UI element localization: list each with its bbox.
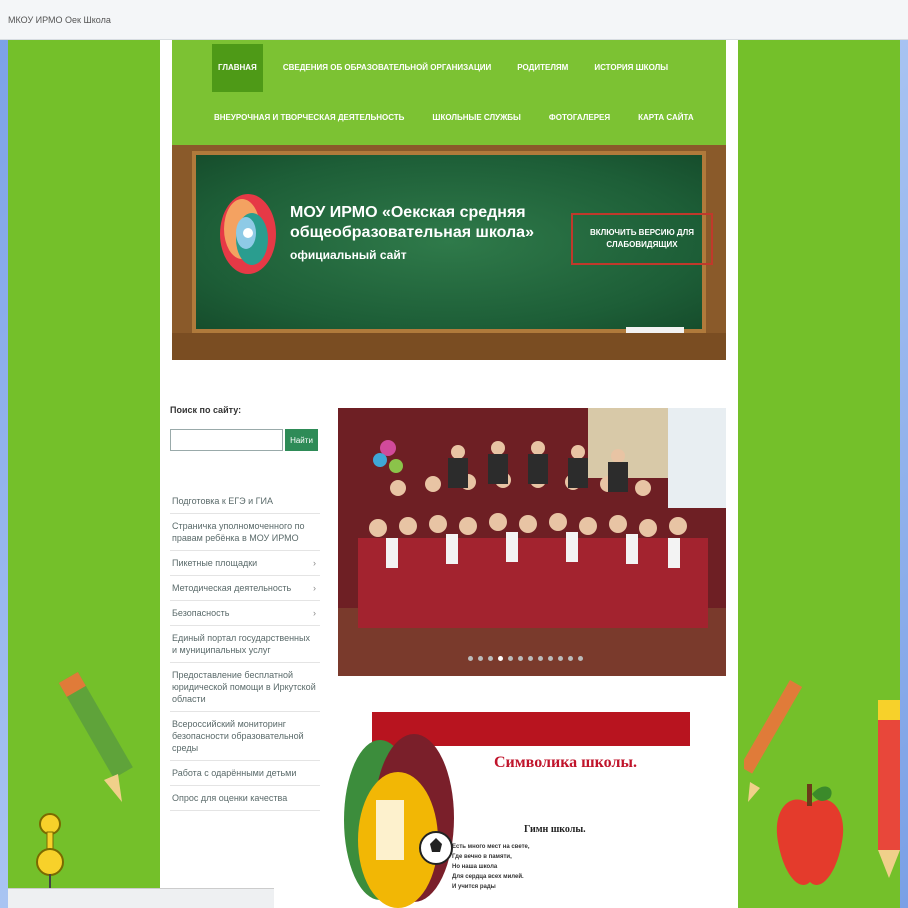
slider-dot[interactable] (558, 656, 563, 661)
slider-dot[interactable] (498, 656, 503, 661)
sidebar-item-label: Единый портал государственных и муниципа… (172, 633, 310, 655)
slider-dot[interactable] (518, 656, 523, 661)
accessibility-version-button[interactable]: Включить версию для слабовидящих (571, 213, 713, 265)
photo-slider[interactable] (338, 408, 726, 676)
school-logo-icon[interactable] (218, 189, 278, 279)
anthem-line: Где вечно в памяти, (452, 854, 512, 860)
chalkboard-header: МОУ ИРМО «Оекская средняя общеобразовате… (172, 145, 726, 360)
anthem-line: Есть много мест на свете, (452, 844, 530, 850)
search-label: Поиск по сайту: (170, 405, 242, 415)
slider-dot[interactable] (538, 656, 543, 661)
school-name-text: МОУ ИРМО «Оекская средняя общеобразовате… (290, 204, 534, 241)
sidebar-item-label: Страничка уполномоченного по правам ребё… (172, 521, 305, 543)
sidebar-item-label: Предоставление бесплатной юридической по… (172, 670, 316, 704)
slider-dot[interactable] (548, 656, 553, 661)
browser-status-bar (8, 888, 274, 908)
sidebar-item-label: Опрос для оценки качества (172, 793, 288, 803)
sidebar-item-exam-prep[interactable]: Подготовка к ЕГЭ и ГИА (170, 489, 320, 514)
sidebar-item-label: Методическая деятельность (172, 583, 292, 593)
slider-dot[interactable] (488, 656, 493, 661)
search-input[interactable] (170, 429, 283, 451)
slider-dot[interactable] (478, 656, 483, 661)
sidebar-item-gov-portal[interactable]: Единый портал государственных и муниципа… (170, 626, 320, 663)
nav-row-primary: Главная Сведения об образовательной орга… (172, 44, 726, 92)
right-green-background (738, 40, 900, 908)
slider-dot[interactable] (578, 656, 583, 661)
pencil-icon (878, 700, 900, 878)
sidebar-item-safety-monitoring[interactable]: Всероссийский мониторинг безопасности об… (170, 712, 320, 761)
anthem-title: Гимн школы. (524, 824, 586, 835)
nav-item-school-history[interactable]: История школы (588, 44, 674, 92)
nav-item-home[interactable]: Главная (212, 44, 263, 92)
search-button[interactable]: Найти (285, 429, 318, 451)
nav-item-organization-info[interactable]: Сведения об образовательной организации (277, 44, 497, 92)
school-name-heading: МОУ ИРМО «Оекская средняя общеобразовате… (290, 203, 550, 265)
chevron-right-icon: › (313, 558, 316, 568)
chevron-right-icon: › (313, 583, 316, 593)
browser-tab-title[interactable]: МКОУ ИРМО Оек Школа (8, 15, 111, 25)
anthem-text: Есть много мест на свете, Где вечно в па… (452, 842, 530, 892)
sidebar-item-label: Безопасность (172, 608, 230, 618)
nav-item-sitemap[interactable]: Карта сайта (632, 96, 700, 140)
sidebar-item-gifted-children[interactable]: Работа с одарёнными детьми (170, 761, 320, 786)
sidebar-item-quality-survey[interactable]: Опрос для оценки качества (170, 786, 320, 811)
top-navigation: Главная Сведения об образовательной орга… (172, 40, 726, 145)
site-main-column: Главная Сведения об образовательной орга… (160, 40, 738, 908)
staff-group-photo (338, 408, 726, 676)
apple-icon (776, 784, 844, 885)
anthem-line: И учится рады (452, 884, 496, 890)
nav-item-parents[interactable]: Родителям (511, 44, 574, 92)
browser-tab-bar: МКОУ ИРМО Оек Школа (0, 0, 908, 40)
school-symbols-section: Символика школы. Гимн школы. Есть много … (338, 708, 726, 908)
nav-item-photo-gallery[interactable]: Фотогалерея (543, 96, 616, 140)
anthem-line: Но наша школа (452, 864, 498, 870)
left-sidebar: Поиск по сайту: Найти Подготовка к ЕГЭ и… (170, 405, 320, 811)
sidebar-item-pilot-sites[interactable]: Пикетные площадки › (170, 551, 320, 576)
sidebar-item-methodical[interactable]: Методическая деятельность › (170, 576, 320, 601)
chalkboard-ledge (172, 333, 726, 360)
nav-item-school-services[interactable]: Школьные службы (426, 96, 526, 140)
slider-dot[interactable] (568, 656, 573, 661)
school-emblem-icon (344, 734, 454, 908)
search-form: Найти (170, 429, 320, 451)
anthem-line: Для сердца всех милей. (452, 874, 524, 880)
sidebar-item-label: Работа с одарёнными детьми (172, 768, 297, 778)
nav-row-secondary: Внеурочная и творческая деятельность Шко… (172, 96, 726, 140)
sidebar-item-label: Всероссийский мониторинг безопасности об… (172, 719, 304, 753)
chevron-right-icon: › (313, 608, 316, 618)
pencil-icon (58, 672, 133, 802)
official-site-label: официальный сайт (290, 248, 407, 262)
chalkboard-surface: МОУ ИРМО «Оекская средняя общеобразовате… (192, 151, 713, 339)
sidebar-item-legal-aid[interactable]: Предоставление бесплатной юридической по… (170, 663, 320, 712)
slider-dot[interactable] (508, 656, 513, 661)
sidebar-item-ombudsman[interactable]: Страничка уполномоченного по правам ребё… (170, 514, 320, 551)
left-green-background (8, 40, 160, 908)
sidebar-menu: Подготовка к ЕГЭ и ГИА Страничка уполном… (170, 489, 320, 811)
sidebar-item-label: Пикетные площадки (172, 558, 258, 568)
symbols-title: Символика школы. (494, 754, 637, 771)
slider-dot[interactable] (468, 656, 473, 661)
slider-pagination (468, 656, 583, 661)
nav-item-extracurricular[interactable]: Внеурочная и творческая деятельность (208, 96, 410, 140)
sidebar-item-label: Подготовка к ЕГЭ и ГИА (172, 496, 274, 506)
sidebar-item-safety[interactable]: Безопасность › (170, 601, 320, 626)
slider-dot[interactable] (528, 656, 533, 661)
